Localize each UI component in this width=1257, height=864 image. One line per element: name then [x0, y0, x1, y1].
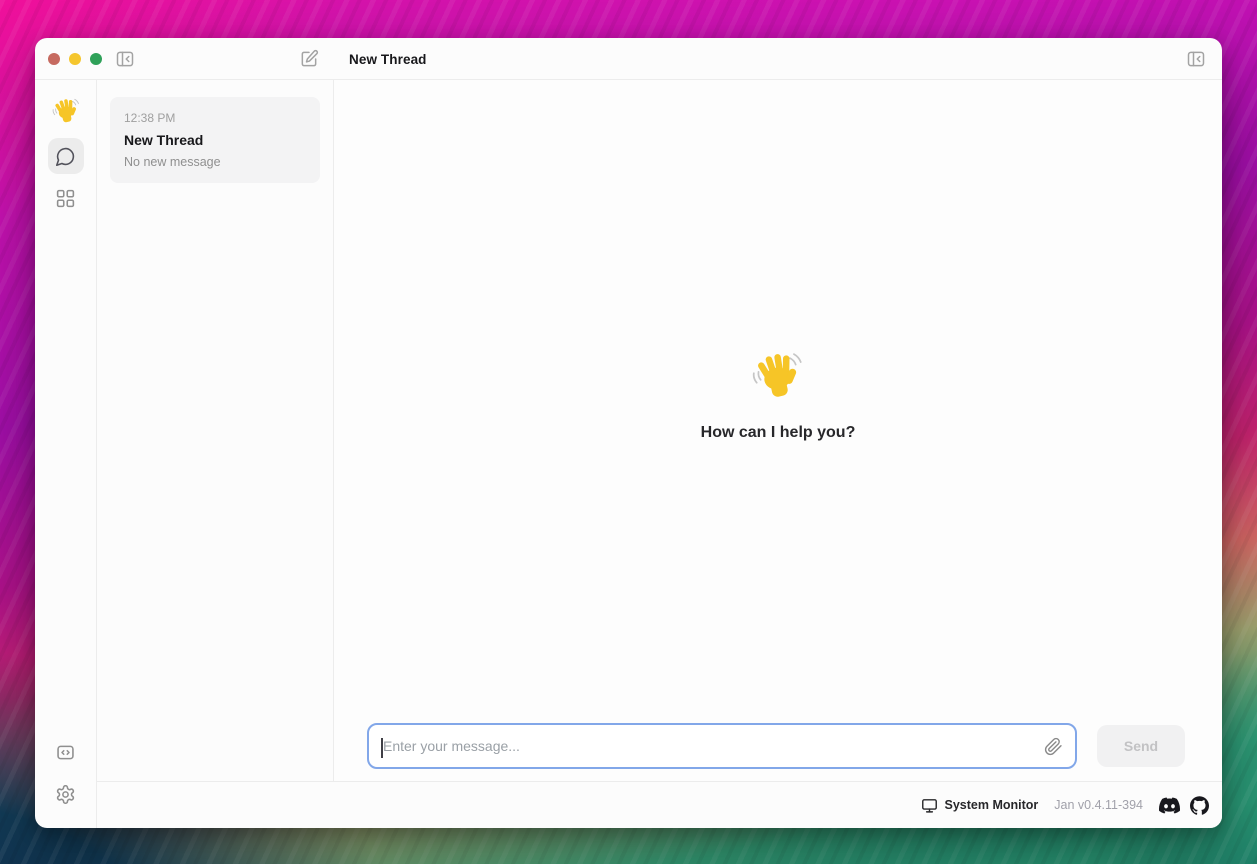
text-caret — [381, 738, 383, 758]
rail-item-hub[interactable] — [48, 180, 84, 216]
left-rail — [35, 80, 97, 828]
app-window: New Thread — [35, 38, 1222, 828]
thread-title: New Thread — [124, 132, 306, 148]
discord-icon — [1159, 795, 1180, 816]
wave-logo-icon — [52, 96, 80, 124]
collapse-right-panel-button[interactable] — [1180, 43, 1212, 75]
new-thread-button[interactable] — [293, 43, 325, 75]
local-api-server-icon — [55, 742, 76, 763]
system-monitor-button[interactable]: System Monitor — [921, 797, 1039, 814]
app-version: Jan v0.4.11-394 — [1054, 798, 1143, 812]
hub-grid-icon — [55, 188, 76, 209]
waving-hand-emoji — [752, 348, 804, 400]
github-icon — [1190, 796, 1209, 815]
attach-file-button[interactable] — [1044, 737, 1063, 756]
thread-time: 12:38 PM — [124, 111, 306, 125]
message-composer: Send — [367, 723, 1185, 769]
minimize-window-button[interactable] — [69, 53, 81, 65]
compose-icon — [299, 49, 319, 69]
zoom-window-button[interactable] — [90, 53, 102, 65]
settings-gear-icon — [55, 784, 76, 805]
discord-link[interactable] — [1159, 795, 1180, 816]
close-window-button[interactable] — [48, 53, 60, 65]
empty-thread-greeting: How can I help you? — [701, 348, 856, 442]
rail-item-threads[interactable] — [48, 138, 84, 174]
thread-list-item[interactable]: 12:38 PM New Thread No new message — [110, 97, 320, 183]
rail-item-settings[interactable] — [48, 776, 84, 812]
thread-list-panel: 12:38 PM New Thread No new message — [97, 80, 334, 781]
monitor-icon — [921, 797, 938, 814]
panel-collapse-right-icon — [1186, 49, 1206, 69]
collapse-left-panel-button[interactable] — [109, 43, 141, 75]
greeting-text: How can I help you? — [701, 424, 856, 442]
paperclip-icon — [1044, 737, 1063, 756]
github-link[interactable] — [1190, 796, 1209, 815]
status-footer: System Monitor Jan v0.4.11-394 — [97, 781, 1222, 828]
message-input[interactable] — [369, 725, 1044, 767]
rail-item-local-api-server[interactable] — [48, 734, 84, 770]
traffic-lights — [48, 53, 102, 65]
send-button[interactable]: Send — [1097, 725, 1185, 767]
message-input-box — [367, 723, 1077, 769]
titlebar: New Thread — [35, 38, 1222, 80]
chat-main-area: How can I help you? — [334, 80, 1222, 781]
system-monitor-label: System Monitor — [945, 798, 1039, 812]
page-title: New Thread — [349, 38, 427, 80]
chat-threads-icon — [55, 146, 76, 167]
thread-subtitle: No new message — [124, 155, 306, 169]
panel-collapse-left-icon — [115, 49, 135, 69]
